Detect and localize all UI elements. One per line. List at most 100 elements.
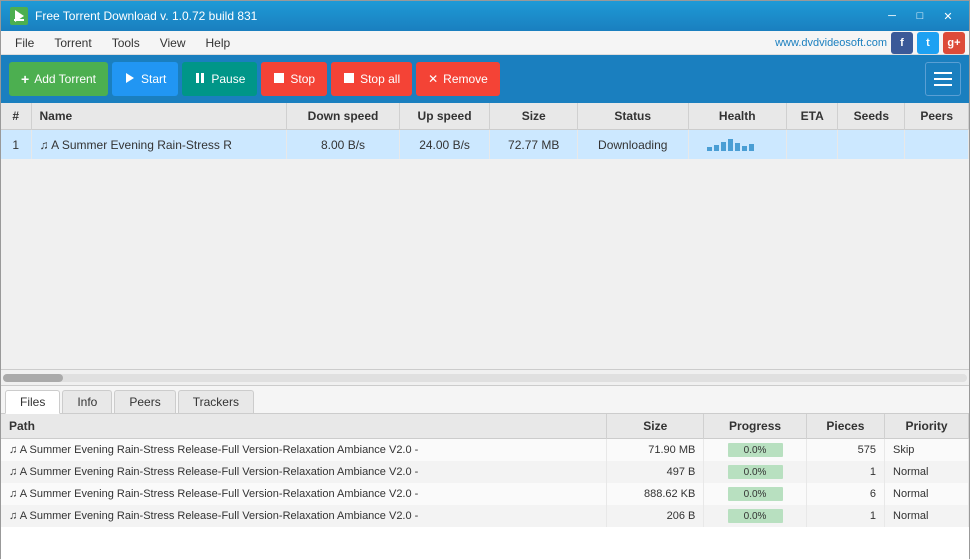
pause-button[interactable]: Pause — [182, 62, 257, 96]
window-controls: ─ □ ✕ — [879, 6, 961, 26]
file-pieces: 1 — [806, 505, 884, 527]
torrent-num: 1 — [1, 130, 31, 160]
file-path: ♫ A Summer Evening Rain-Stress Release-F… — [1, 439, 607, 462]
torrent-down-speed: 8.00 B/s — [287, 130, 399, 160]
file-priority: Normal — [885, 461, 969, 483]
googleplus-button[interactable]: g+ — [943, 32, 965, 54]
menu-torrent[interactable]: Torrent — [44, 34, 101, 52]
file-progress: 0.0% — [704, 483, 806, 505]
stop-all-icon — [343, 72, 355, 87]
maximize-button[interactable]: □ — [907, 6, 933, 26]
col-peers: Peers — [905, 103, 969, 130]
files-col-path: Path — [1, 414, 607, 439]
file-progress: 0.0% — [704, 505, 806, 527]
col-eta: ETA — [787, 103, 838, 130]
menu-tools[interactable]: Tools — [102, 34, 150, 52]
torrent-status: Downloading — [577, 130, 688, 160]
file-size: 71.90 MB — [607, 439, 704, 462]
tab-peers[interactable]: Peers — [114, 390, 175, 413]
menu-file[interactable]: File — [5, 34, 44, 52]
close-button[interactable]: ✕ — [935, 6, 961, 26]
col-num: # — [1, 103, 31, 130]
menu-right: www.dvdvideosoft.com f t g+ — [775, 32, 965, 54]
file-pieces: 1 — [806, 461, 884, 483]
file-row[interactable]: ♫ A Summer Evening Rain-Stress Release-F… — [1, 505, 969, 527]
hamburger-line-2 — [934, 78, 952, 80]
torrent-row[interactable]: 1 ♫ A Summer Evening Rain-Stress R 8.00 … — [1, 130, 969, 160]
col-up-speed: Up speed — [399, 103, 490, 130]
torrent-list-area: # Name Down speed Up speed Size Status H… — [1, 103, 969, 369]
files-col-progress: Progress — [704, 414, 806, 439]
file-path: ♫ A Summer Evening Rain-Stress Release-F… — [1, 505, 607, 527]
file-row[interactable]: ♫ A Summer Evening Rain-Stress Release-F… — [1, 461, 969, 483]
title-bar: Free Torrent Download v. 1.0.72 build 83… — [1, 1, 969, 31]
dvd-link[interactable]: www.dvdvideosoft.com — [775, 37, 887, 49]
tabs-bar: Files Info Peers Trackers — [1, 386, 969, 414]
window-title: Free Torrent Download v. 1.0.72 build 83… — [35, 9, 879, 23]
main-content: # Name Down speed Up speed Size Status H… — [1, 103, 969, 560]
tab-info[interactable]: Info — [62, 390, 112, 413]
facebook-button[interactable]: f — [891, 32, 913, 54]
files-table: Path Size Progress Pieces Priority ♫ A S… — [1, 414, 969, 527]
file-path: ♫ A Summer Evening Rain-Stress Release-F… — [1, 461, 607, 483]
menu-items: File Torrent Tools View Help — [5, 34, 240, 52]
files-col-priority: Priority — [885, 414, 969, 439]
file-priority: Skip — [885, 439, 969, 462]
files-col-pieces: Pieces — [806, 414, 884, 439]
twitter-button[interactable]: t — [917, 32, 939, 54]
add-torrent-button[interactable]: + Add Torrent — [9, 62, 108, 96]
col-status: Status — [577, 103, 688, 130]
col-seeds: Seeds — [838, 103, 905, 130]
file-pieces: 575 — [806, 439, 884, 462]
file-path: ♫ A Summer Evening Rain-Stress Release-F… — [1, 483, 607, 505]
col-size: Size — [490, 103, 577, 130]
torrent-size: 72.77 MB — [490, 130, 577, 160]
app-icon — [9, 6, 29, 26]
file-priority: Normal — [885, 483, 969, 505]
torrent-up-speed: 24.00 B/s — [399, 130, 490, 160]
files-col-size: Size — [607, 414, 704, 439]
scroll-track[interactable] — [3, 374, 967, 382]
menu-help[interactable]: Help — [196, 34, 241, 52]
file-priority: Normal — [885, 505, 969, 527]
file-pieces: 6 — [806, 483, 884, 505]
torrent-name: ♫ A Summer Evening Rain-Stress R — [31, 130, 287, 160]
stop-icon — [273, 72, 285, 87]
start-button[interactable]: Start — [112, 62, 178, 96]
file-progress: 0.0% — [704, 439, 806, 462]
col-down-speed: Down speed — [287, 103, 399, 130]
files-table-body: ♫ A Summer Evening Rain-Stress Release-F… — [1, 439, 969, 528]
file-size: 497 B — [607, 461, 704, 483]
torrent-table: # Name Down speed Up speed Size Status H… — [1, 103, 969, 159]
tab-files[interactable]: Files — [5, 390, 60, 414]
torrent-table-header: # Name Down speed Up speed Size Status H… — [1, 103, 969, 130]
file-size: 888.62 KB — [607, 483, 704, 505]
file-row[interactable]: ♫ A Summer Evening Rain-Stress Release-F… — [1, 483, 969, 505]
stop-all-button[interactable]: Stop all — [331, 62, 412, 96]
toolbar: + Add Torrent Start Pause Stop Stop all … — [1, 55, 969, 103]
stop-button[interactable]: Stop — [261, 62, 327, 96]
torrent-health — [688, 130, 787, 160]
hamburger-line-1 — [934, 72, 952, 74]
hamburger-menu-button[interactable] — [925, 62, 961, 96]
file-row[interactable]: ♫ A Summer Evening Rain-Stress Release-F… — [1, 439, 969, 462]
start-icon — [124, 72, 136, 87]
file-progress: 0.0% — [704, 461, 806, 483]
tab-trackers[interactable]: Trackers — [178, 390, 254, 413]
files-table-wrapper: Path Size Progress Pieces Priority ♫ A S… — [1, 414, 969, 560]
minimize-button[interactable]: ─ — [879, 6, 905, 26]
horizontal-scrollbar[interactable] — [1, 369, 969, 385]
plus-icon: + — [21, 71, 29, 87]
hamburger-line-3 — [934, 84, 952, 86]
remove-button[interactable]: ✕ Remove — [416, 62, 500, 96]
torrent-seeds — [838, 130, 905, 160]
scroll-thumb[interactable] — [3, 374, 63, 382]
torrent-eta — [787, 130, 838, 160]
menu-bar: File Torrent Tools View Help www.dvdvide… — [1, 31, 969, 55]
remove-icon: ✕ — [428, 72, 438, 86]
torrent-peers — [905, 130, 969, 160]
menu-view[interactable]: View — [150, 34, 196, 52]
files-table-header: Path Size Progress Pieces Priority — [1, 414, 969, 439]
torrent-table-body: 1 ♫ A Summer Evening Rain-Stress R 8.00 … — [1, 130, 969, 160]
col-name: Name — [31, 103, 287, 130]
